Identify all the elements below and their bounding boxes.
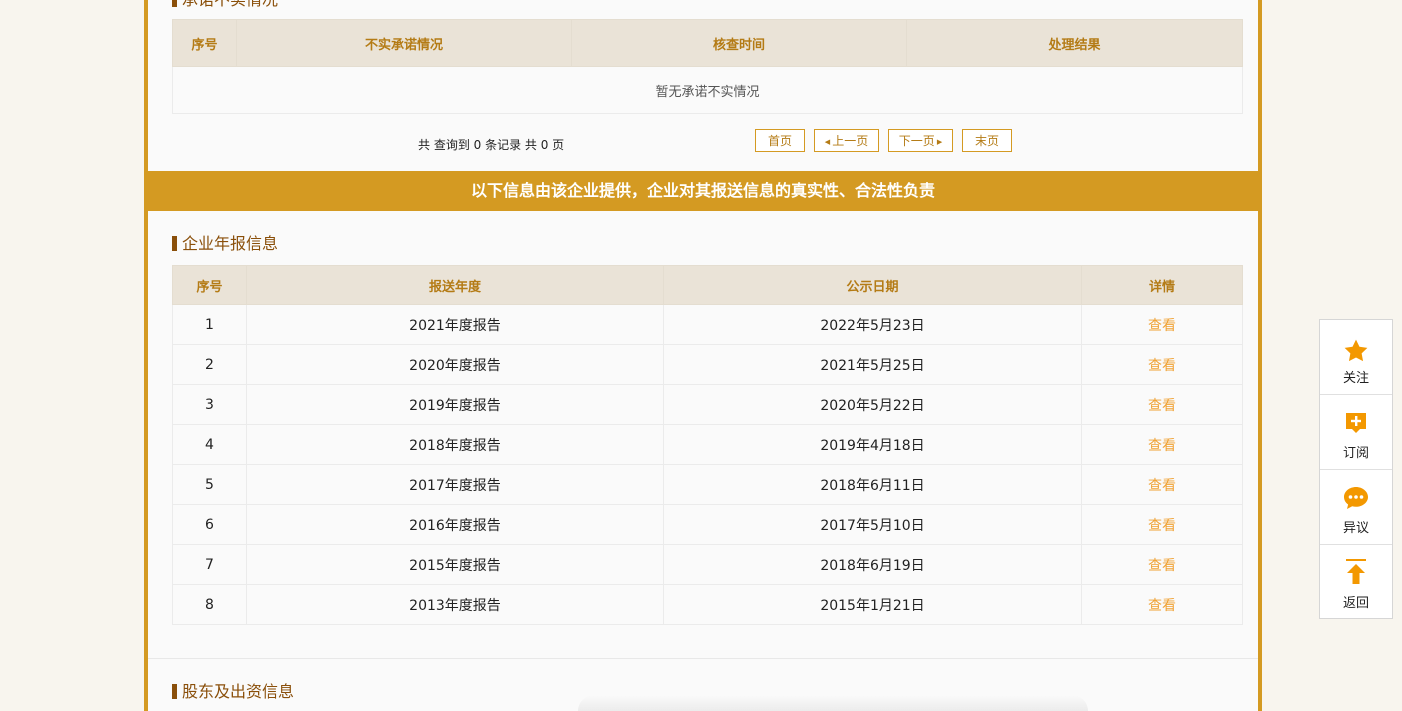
row-no: 3 [172, 384, 247, 425]
row-year: 2015年度报告 [246, 544, 664, 585]
view-detail-link[interactable]: 查看 [1148, 358, 1176, 374]
table-row: 3 2019年度报告 2020年5月22日 查看 [172, 384, 1243, 425]
row-date: 2018年6月19日 [663, 544, 1082, 585]
disclaimer-banner: 以下信息由该企业提供，企业对其报送信息的真实性、合法性负责 [148, 171, 1258, 211]
chat-bubble-icon [1344, 487, 1368, 509]
section-title-shareholder: 股东及出资信息 [172, 683, 294, 701]
follow-button[interactable]: 关注 [1320, 320, 1392, 395]
row-no: 1 [172, 304, 247, 345]
table-row: 5 2017年度报告 2018年6月11日 查看 [172, 464, 1243, 505]
col-header-report-year: 报送年度 [246, 265, 664, 305]
pager-info: 共 查询到 0 条记录 共 0 页 [418, 138, 565, 152]
prev-page-label: 上一页 [832, 134, 869, 148]
first-page-button[interactable]: 首页 [755, 129, 805, 152]
row-no: 8 [172, 584, 247, 625]
table-row: 4 2018年度报告 2019年4月18日 查看 [172, 424, 1243, 465]
view-detail-link[interactable]: 查看 [1148, 478, 1176, 494]
table-row: 8 2013年度报告 2015年1月21日 查看 [172, 584, 1243, 625]
main-panel: 承诺不实情况 序号 不实承诺情况 核查时间 处理结果 暂无承诺不实情况 共 查询… [144, 0, 1262, 711]
row-year: 2019年度报告 [246, 384, 664, 425]
table-header-row: 序号 不实承诺情况 核查时间 处理结果 [172, 19, 1243, 67]
back-label: 返回 [1342, 596, 1369, 611]
next-page-label: 下一页 [898, 134, 935, 148]
row-date: 2019年4月18日 [663, 424, 1082, 465]
view-detail-link[interactable]: 查看 [1148, 518, 1176, 534]
row-no: 7 [172, 544, 247, 585]
row-year: 2021年度报告 [246, 304, 664, 345]
col-header-no: 序号 [172, 19, 237, 67]
row-date: 2015年1月21日 [663, 584, 1082, 625]
col-header-commitment: 不实承诺情况 [236, 19, 572, 67]
next-page-button[interactable]: 下一页 ▶ [888, 129, 953, 152]
view-detail-link[interactable]: 查看 [1148, 318, 1176, 334]
col-header-publish-date: 公示日期 [663, 265, 1082, 305]
subscribe-button[interactable]: 订阅 [1320, 395, 1392, 470]
floating-sidebar: 关注 订阅 异议 返回 [1319, 319, 1393, 619]
row-year: 2013年度报告 [246, 584, 664, 625]
back-to-top-button[interactable]: 返回 [1320, 545, 1392, 620]
caret-right-icon: ▶ [934, 138, 943, 146]
table-row: 暂无承诺不实情况 [172, 66, 1243, 114]
row-no: 2 [172, 344, 247, 385]
section-title-annual-report: 企业年报信息 [172, 235, 278, 253]
row-year: 2016年度报告 [246, 504, 664, 545]
row-no: 5 [172, 464, 247, 505]
view-detail-link[interactable]: 查看 [1148, 398, 1176, 414]
view-detail-link[interactable]: 查看 [1148, 558, 1176, 574]
row-date: 2018年6月11日 [663, 464, 1082, 505]
col-header-result: 处理结果 [906, 19, 1243, 67]
col-header-detail: 详情 [1081, 265, 1243, 305]
table-header-row: 序号 报送年度 公示日期 详情 [172, 265, 1243, 305]
row-year: 2020年度报告 [246, 344, 664, 385]
floating-bar-shadow [578, 695, 1088, 711]
view-detail-link[interactable]: 查看 [1148, 598, 1176, 614]
table-row: 7 2015年度报告 2018年6月19日 查看 [172, 544, 1243, 585]
false-commitment-table: 序号 不实承诺情况 核查时间 处理结果 暂无承诺不实情况 [172, 19, 1243, 114]
subscribe-label: 订阅 [1342, 446, 1369, 461]
row-date: 2017年5月10日 [663, 504, 1082, 545]
objection-label: 异议 [1342, 521, 1369, 536]
table-row: 6 2016年度报告 2017年5月10日 查看 [172, 504, 1243, 545]
col-header-check-time: 核查时间 [571, 19, 907, 67]
table-row: 2 2020年度报告 2021年5月25日 查看 [172, 344, 1243, 385]
row-date: 2021年5月25日 [663, 344, 1082, 385]
row-no: 4 [172, 424, 247, 465]
empty-message: 暂无承诺不实情况 [172, 66, 1243, 114]
annual-report-table: 序号 报送年度 公示日期 详情 1 2021年度报告 2022年5月23日 查看… [172, 265, 1243, 625]
arrow-up-icon [1346, 559, 1366, 584]
follow-label: 关注 [1342, 371, 1369, 386]
section-title-false-commitment: 承诺不实情况 [172, 0, 278, 9]
row-no: 6 [172, 504, 247, 545]
col-header-no: 序号 [172, 265, 247, 305]
row-year: 2018年度报告 [246, 424, 664, 465]
star-icon [1344, 339, 1368, 362]
objection-button[interactable]: 异议 [1320, 470, 1392, 545]
row-date: 2022年5月23日 [663, 304, 1082, 345]
prev-page-button[interactable]: ◀ 上一页 [814, 129, 879, 152]
view-detail-link[interactable]: 查看 [1148, 438, 1176, 454]
row-date: 2020年5月22日 [663, 384, 1082, 425]
row-year: 2017年度报告 [246, 464, 664, 505]
section-divider [148, 658, 1258, 659]
add-square-icon [1346, 413, 1366, 433]
last-page-button[interactable]: 末页 [962, 129, 1012, 152]
table-row: 1 2021年度报告 2022年5月23日 查看 [172, 304, 1243, 345]
